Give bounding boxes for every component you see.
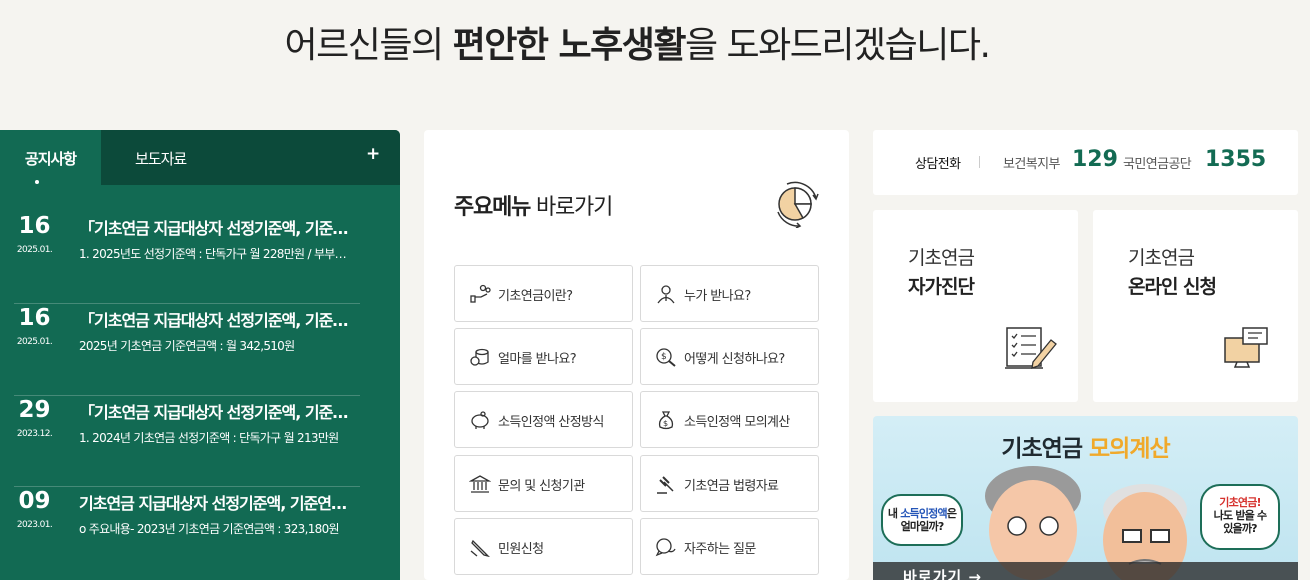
menu-title-bold: 주요메뉴 [454, 195, 531, 220]
coins-icon [470, 348, 489, 366]
bubble-text: 얼마일까? [900, 520, 945, 533]
headline-part2: 을 도와드리겠습니다. [684, 25, 991, 66]
bubble-highlight: 소득인정액 [900, 507, 947, 520]
svg-text:$: $ [663, 419, 668, 428]
phone-number-nps[interactable]: 1355 [1205, 147, 1266, 172]
notice-year-month: 2025.01. [16, 245, 53, 255]
menu-btn-how-much[interactable]: 얼마를 받나요? [454, 328, 633, 385]
phone-org-nps: 국민연금공단 [1123, 157, 1192, 172]
card-line2: 자가진단 [908, 276, 975, 298]
menu-btn-label: 얼마를 받나요? [498, 352, 577, 367]
notice-desc: 2025년 기초연금 기준연금액 : 월 342,510원 [79, 339, 295, 353]
menu-btn-label: 문의 및 신청기관 [498, 479, 585, 494]
menu-btn-civil[interactable]: 민원신청 [454, 518, 633, 575]
menu-btn-label: 어떻게 신청하나요? [684, 352, 785, 367]
bubble-text: 있을까? [1223, 522, 1257, 535]
notice-year-month: 2023.01. [16, 520, 53, 530]
menu-btn-income-method[interactable]: 소득인정액 산정방식 [454, 391, 633, 448]
bubble-text: 은 [946, 507, 957, 520]
active-tab-dot [35, 180, 39, 184]
menu-btn-institutions[interactable]: 문의 및 신청기관 [454, 455, 633, 512]
notice-day: 09 [18, 488, 51, 514]
notice-day: 16 [18, 305, 51, 331]
banner-title-a: 기초연금 [1001, 436, 1089, 462]
speech-bubble-left: 내 소득인정액은 얼마일까? [881, 494, 963, 546]
phone-org-welfare: 보건복지부 [1003, 157, 1060, 172]
notice-item[interactable]: 09 2023.01. 기초연금 지급대상자 선정기준액, 기준연금액 고시 o… [0, 460, 400, 552]
card-line2: 온라인 신청 [1128, 276, 1217, 298]
menu-btn-faq[interactable]: 자주하는 질문 [640, 518, 819, 575]
menu-btn-pension-intro[interactable]: 기초연금이란? [454, 265, 633, 322]
menu-title-rest: 바로가기 [530, 195, 613, 220]
speech-bubble-right: 기초연금! 나도 받을 수 있을까? [1200, 484, 1280, 550]
menu-btn-income-simulation[interactable]: $ 소득인정액 모의계산 [640, 391, 819, 448]
online-application-card[interactable]: 기초연금 온라인 신청 [1093, 210, 1298, 402]
banner-title: 기초연금 모의계산 [873, 429, 1298, 463]
counsel-phone-box: 상담전화 보건복지부 129 국민연금공단 1355 [873, 130, 1298, 195]
menu-btn-label: 자주하는 질문 [684, 542, 756, 557]
notice-title[interactable]: 「기초연금 지급대상자 선정기준액, 기준연금액」 고시 [79, 399, 351, 423]
notice-year-month: 2025.01. [16, 337, 53, 347]
gavel-icon [657, 476, 674, 494]
headline-bold: 편안한 노후생활 [452, 25, 687, 66]
search-coin-icon: $ [656, 348, 676, 367]
banner-link[interactable]: 바로가기 → [903, 566, 982, 580]
person-icon [657, 285, 675, 304]
computer-icon [1224, 327, 1268, 368]
notice-day: 29 [18, 397, 51, 423]
simulation-banner[interactable]: 기초연금 모의계산 내 소득인정액은 얼마일까? 기초연금! 나도 받을 수 있… [873, 416, 1298, 580]
notice-day: 16 [18, 213, 51, 239]
phone-number-welfare[interactable]: 129 [1072, 147, 1118, 172]
headline-part1: 어르신들의 [284, 25, 453, 66]
menu-btn-label: 기초연금이란? [498, 289, 573, 304]
notice-panel: 공지사항 보도자료 + 16 2025.01. 「기초연금 지급대상자 선정기준… [0, 130, 400, 580]
tab-press[interactable]: 보도자료 [135, 148, 187, 169]
notice-desc: 1. 2025년도 선정기준액 : 단독가구 월 228만원 / 부부가구 월 … [79, 247, 353, 261]
piggy-bank-icon [471, 411, 489, 429]
divider [979, 156, 980, 168]
menu-title: 주요메뉴 바로가기 [454, 189, 613, 221]
menu-btn-label: 누가 받나요? [684, 289, 751, 304]
notice-desc: o 주요내용- 2023년 기초연금 기준연금액 : 323,180원 [79, 522, 340, 536]
quick-menu-panel: 주요메뉴 바로가기 기초연금이란? 누가 받나요? 얼마를 받나요? $ 어떻게… [424, 130, 849, 580]
chat-icon [655, 538, 676, 557]
institution-icon [469, 475, 491, 493]
bubble-highlight: 기초연금! [1219, 496, 1261, 509]
menu-btn-how-apply[interactable]: $ 어떻게 신청하나요? [640, 328, 819, 385]
pie-chart-icon [777, 181, 819, 228]
menu-btn-label: 기초연금 법령자료 [684, 479, 779, 494]
svg-text:$: $ [661, 352, 667, 362]
banner-title-b: 모의계산 [1089, 436, 1171, 462]
notice-item[interactable]: 29 2023.12. 「기초연금 지급대상자 선정기준액, 기준연금액」 고시… [0, 369, 400, 461]
card-line1: 기초연금 [1128, 247, 1195, 269]
bubble-text: 나도 받을 수 [1213, 509, 1267, 522]
notice-tabs: 공지사항 보도자료 + [0, 130, 400, 185]
menu-btn-label: 소득인정액 모의계산 [684, 415, 790, 430]
tab-notice-label: 공지사항 [24, 150, 77, 168]
pen-icon [470, 539, 490, 557]
notice-title[interactable]: 기초연금 지급대상자 선정기준액, 기준연금액 고시 [79, 490, 351, 514]
pension-intro-icon [470, 284, 491, 303]
notice-title[interactable]: 「기초연금 지급대상자 선정기준액, 기준연금액」 고시 [79, 307, 351, 331]
menu-btn-law[interactable]: 기초연금 법령자료 [640, 455, 819, 512]
tab-notice[interactable]: 공지사항 [0, 130, 101, 185]
more-button[interactable]: + [366, 144, 380, 164]
menu-btn-who[interactable]: 누가 받나요? [640, 265, 819, 322]
notice-item[interactable]: 16 2025.01. 「기초연금 지급대상자 선정기준액, 기준연금액」 고시… [0, 277, 400, 369]
bubble-text: 내 [887, 507, 901, 520]
notice-item[interactable]: 16 2025.01. 「기초연금 지급대상자 선정기준액, 기준연금액」 고시… [0, 185, 400, 277]
notice-desc: 1. 2024년 기초연금 선정기준액 : 단독가구 월 213만원 [79, 431, 339, 445]
menu-btn-label: 소득인정액 산정방식 [498, 415, 604, 430]
main-headline: 어르신들의 편안한 노후생활을 도와드리겠습니다. [0, 16, 1274, 68]
self-diagnosis-card[interactable]: 기초연금 자가진단 [873, 210, 1078, 402]
notice-title[interactable]: 「기초연금 지급대상자 선정기준액, 기준연금액」 고시 [79, 215, 351, 239]
checklist-icon [1005, 327, 1057, 369]
notice-year-month: 2023.12. [16, 429, 53, 439]
menu-btn-label: 민원신청 [498, 542, 544, 557]
card-line1: 기초연금 [908, 247, 975, 269]
phone-label: 상담전화 [915, 157, 961, 172]
money-bag-icon: $ [658, 411, 674, 430]
